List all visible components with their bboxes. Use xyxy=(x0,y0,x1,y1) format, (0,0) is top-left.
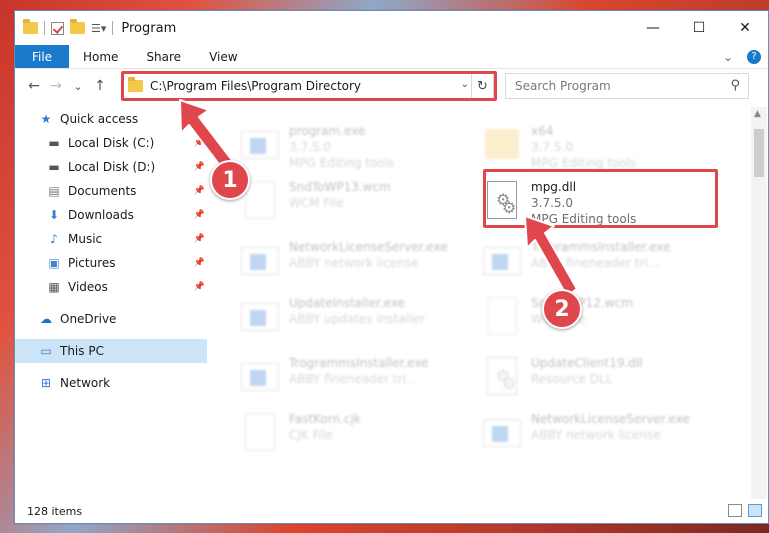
step-badge-1: 1 xyxy=(210,160,250,200)
step-badge-2: 2 xyxy=(542,289,582,329)
annotation-arrows xyxy=(179,99,578,297)
arrow-2 xyxy=(524,215,578,297)
